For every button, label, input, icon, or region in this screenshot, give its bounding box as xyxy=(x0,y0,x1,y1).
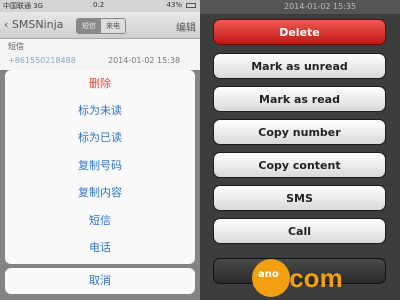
carrier-label: 中国联通 3G xyxy=(3,2,44,10)
action-sheet: 删除 标为未读 标为已读 复制号码 复制内容 短信 电话 xyxy=(5,70,195,264)
back-button[interactable]: ‹ SMSNinja xyxy=(4,18,63,31)
copy-content-button[interactable]: Copy content xyxy=(213,152,386,178)
call-button[interactable]: Call xyxy=(213,218,386,244)
section-title: 短信 xyxy=(8,42,24,51)
segment-sms[interactable]: 短信 xyxy=(77,19,101,33)
battery-percent: 43% xyxy=(166,1,182,9)
watermark-small-text: ano xyxy=(258,269,279,280)
watermark-text: .com xyxy=(282,263,343,293)
sheet-call[interactable]: 电话 xyxy=(5,236,195,260)
battery-icon xyxy=(186,3,196,8)
clock: 0:2 xyxy=(93,1,105,9)
sheet-copy-number[interactable]: 复制号码 xyxy=(5,154,195,178)
sheet-copy-content[interactable]: 复制内容 xyxy=(5,181,195,205)
status-bar: 中国联通 3G 0:2 43% xyxy=(0,0,200,12)
segmented-control: 短信 来电 xyxy=(76,18,126,34)
nav-bar: ‹ SMSNinja 短信 来电 编辑 xyxy=(0,12,200,39)
sheet-mark-unread[interactable]: 标为未读 xyxy=(5,99,195,123)
back-label: SMSNinja xyxy=(11,18,64,31)
edit-button[interactable]: 编辑 xyxy=(176,19,196,34)
sheet-mark-read[interactable]: 标为已读 xyxy=(5,126,195,150)
sheet-sms[interactable]: 短信 xyxy=(5,209,195,233)
mark-unread-button[interactable]: Mark as unread xyxy=(213,53,386,79)
right-top-strip: 2014-01-02 15:35 xyxy=(200,0,400,14)
message-date: 2014-01-02 15:38 xyxy=(108,56,181,65)
mark-read-button[interactable]: Mark as read xyxy=(213,86,386,112)
message-row[interactable]: +861550218488 2014-01-02 15:38 xyxy=(0,54,200,68)
top-date: 2014-01-02 15:35 xyxy=(284,2,357,11)
sms-button[interactable]: SMS xyxy=(213,185,386,211)
sheet-delete[interactable]: 删除 xyxy=(5,72,195,96)
cancel-button[interactable]: 取消 xyxy=(5,268,195,294)
segment-calls[interactable]: 来电 xyxy=(101,19,125,33)
left-panel: 中国联通 3G 0:2 43% ‹ SMSNinja 短信 来电 编辑 短信 +… xyxy=(0,0,200,300)
delete-button[interactable]: Delete xyxy=(213,19,386,45)
watermark-logo: ano .com xyxy=(252,255,400,300)
copy-number-button[interactable]: Copy number xyxy=(213,119,386,145)
message-sender: +861550218488 xyxy=(8,56,76,65)
